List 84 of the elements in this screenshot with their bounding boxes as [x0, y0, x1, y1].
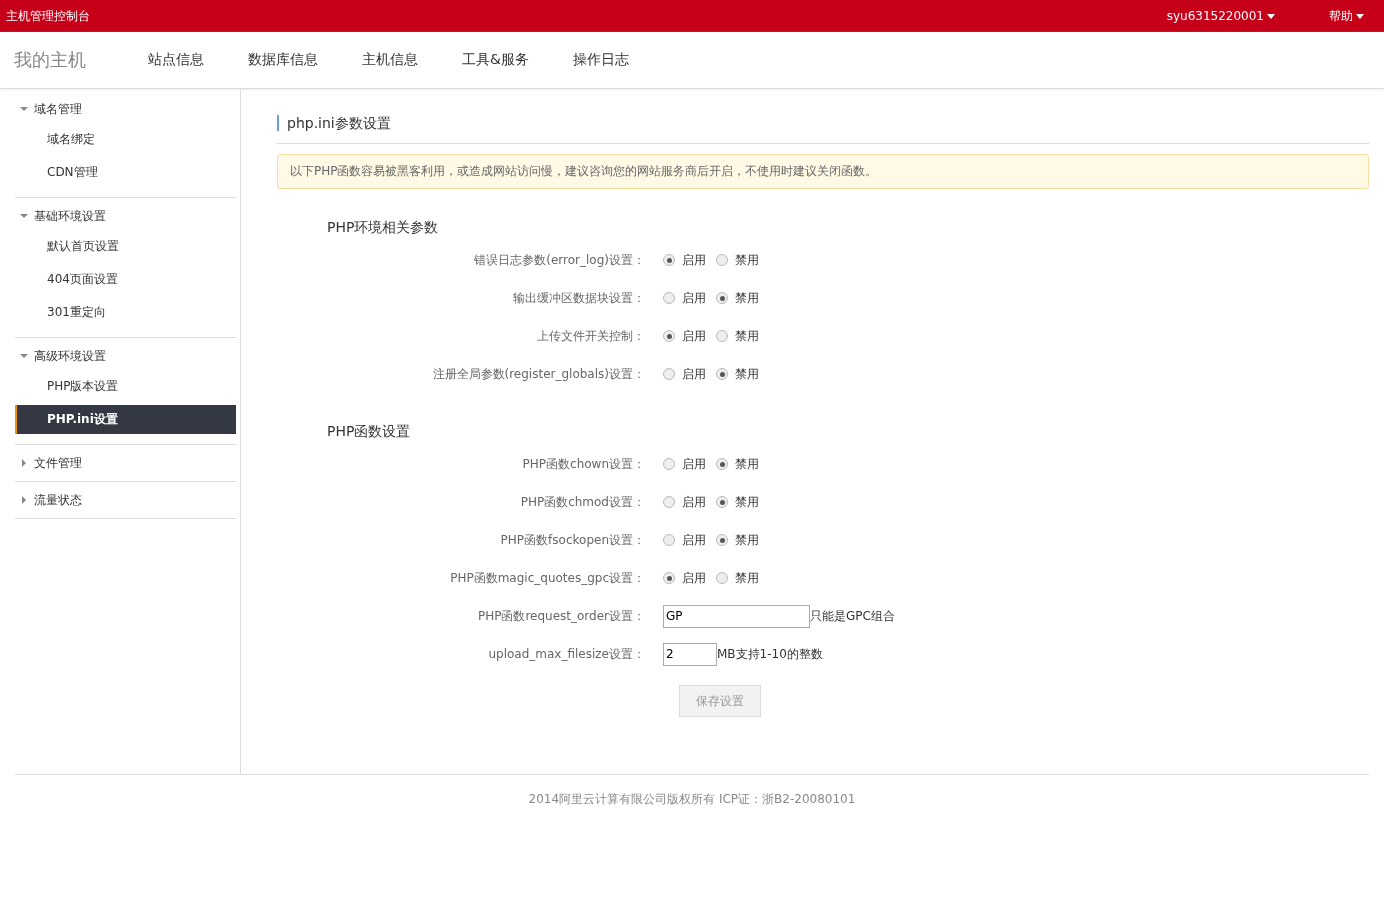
radio-button[interactable] — [716, 496, 728, 508]
input-field[interactable]: 2 — [663, 642, 717, 666]
caret-down-icon — [1356, 13, 1364, 19]
caret-right-icon — [20, 459, 28, 467]
radio-label: 禁用 — [735, 455, 759, 473]
sidebar-item[interactable]: 域名绑定 — [15, 125, 236, 154]
radio-button[interactable] — [663, 368, 675, 380]
footer-copyright: 2014阿里云计算有限公司版权所有 ICP证：浙B2-20080101 — [528, 791, 856, 808]
input-field[interactable]: GP — [663, 604, 810, 628]
setting-label: 输出缓冲区数据块设置： — [512, 289, 646, 307]
radio-button[interactable] — [716, 254, 728, 266]
radio-button[interactable] — [716, 292, 728, 304]
radio-button[interactable] — [663, 458, 675, 470]
sidebar-item[interactable]: CDN管理 — [15, 158, 236, 187]
nav-link[interactable]: 工具&服务 — [462, 51, 529, 69]
nav-link[interactable]: 操作日志 — [572, 51, 629, 69]
radio-button[interactable] — [716, 458, 728, 470]
sidebar-group[interactable]: 基础环境设置 — [15, 204, 236, 228]
radio-label: 启用 — [682, 569, 706, 587]
radio-label: 禁用 — [735, 327, 759, 345]
radio-label: 禁用 — [735, 251, 759, 269]
field-hint: 只能是GPC组合 — [810, 607, 895, 625]
setting-label: 错误日志参数(error_log)设置： — [473, 251, 646, 269]
radio-label: 启用 — [682, 289, 706, 307]
radio-button[interactable] — [716, 368, 728, 380]
help-menu[interactable]: 帮助 — [1329, 7, 1364, 25]
caret-down-icon — [20, 212, 28, 220]
radio-label: 启用 — [682, 531, 706, 549]
radio-label: 启用 — [682, 455, 706, 473]
sidebar-item[interactable]: 默认首页设置 — [15, 232, 236, 261]
radio-label: 禁用 — [735, 365, 759, 383]
setting-label: upload_max_filesize设置： — [487, 645, 646, 663]
radio-label: 启用 — [682, 327, 706, 345]
group-label: 基础环境设置 — [34, 207, 106, 225]
radio-button[interactable] — [663, 534, 675, 546]
page-title: php.ini参数设置 — [277, 115, 1369, 131]
group-label: 域名管理 — [34, 100, 82, 118]
radio-button[interactable] — [716, 330, 728, 342]
setting-label: 上传文件开关控制： — [536, 327, 646, 345]
nav-link[interactable]: 数据库信息 — [248, 51, 318, 69]
radio-label: 启用 — [682, 251, 706, 269]
radio-button[interactable] — [663, 496, 675, 508]
section-title: PHP函数设置 — [327, 423, 412, 441]
group-label: 文件管理 — [34, 454, 82, 472]
sidebar-group[interactable]: 流量状态 — [15, 488, 236, 512]
radio-label: 启用 — [682, 365, 706, 383]
sidebar-group[interactable]: 文件管理 — [15, 451, 236, 475]
radio-button[interactable] — [663, 292, 675, 304]
caret-down-icon — [1267, 13, 1275, 19]
radio-label: 启用 — [682, 493, 706, 511]
radio-button[interactable] — [716, 534, 728, 546]
console-title: 主机管理控制台 — [6, 7, 91, 25]
field-hint: MB支持1-10的整数 — [717, 645, 823, 663]
brand-title: 我的主机 — [14, 48, 87, 72]
setting-label: PHP函数magic_quotes_gpc设置： — [449, 569, 646, 587]
radio-button[interactable] — [663, 330, 675, 342]
caret-right-icon — [20, 496, 28, 504]
sidebar-group[interactable]: 高级环境设置 — [15, 344, 236, 368]
group-label: 流量状态 — [34, 491, 82, 509]
group-label: 高级环境设置 — [34, 347, 106, 365]
user-menu[interactable]: syu6315220001 — [1166, 9, 1275, 23]
setting-label: PHP函数fsockopen设置： — [499, 531, 646, 549]
section-title: PHP环境相关参数 — [327, 219, 440, 237]
radio-button[interactable] — [716, 572, 728, 584]
radio-label: 禁用 — [735, 569, 759, 587]
radio-button[interactable] — [663, 572, 675, 584]
nav-link[interactable]: 主机信息 — [362, 51, 418, 69]
radio-label: 禁用 — [735, 289, 759, 307]
radio-button[interactable] — [663, 254, 675, 266]
sidebar-group[interactable]: 域名管理 — [15, 97, 236, 121]
setting-label: 注册全局参数(register_globals)设置： — [431, 365, 646, 383]
setting-label: PHP函数request_order设置： — [476, 607, 646, 625]
sidebar-item[interactable]: 301重定向 — [15, 298, 236, 327]
sidebar-item[interactable]: 404页面设置 — [15, 265, 236, 294]
sidebar-item[interactable]: PHP.ini设置 — [15, 405, 236, 434]
radio-label: 禁用 — [735, 531, 759, 549]
setting-label: PHP函数chown设置： — [521, 455, 646, 473]
nav-link[interactable]: 站点信息 — [148, 51, 204, 69]
warning-notice: 以下PHP函数容易被黑客利用，或造成网站访问慢，建议咨询您的网站服务商后开启，不使用时建议关闭函数。 — [277, 154, 1369, 189]
caret-down-icon — [20, 105, 28, 113]
radio-label: 禁用 — [735, 493, 759, 511]
sidebar-item[interactable]: PHP版本设置 — [15, 372, 236, 401]
caret-down-icon — [20, 352, 28, 360]
setting-label: PHP函数chmod设置： — [519, 493, 646, 511]
